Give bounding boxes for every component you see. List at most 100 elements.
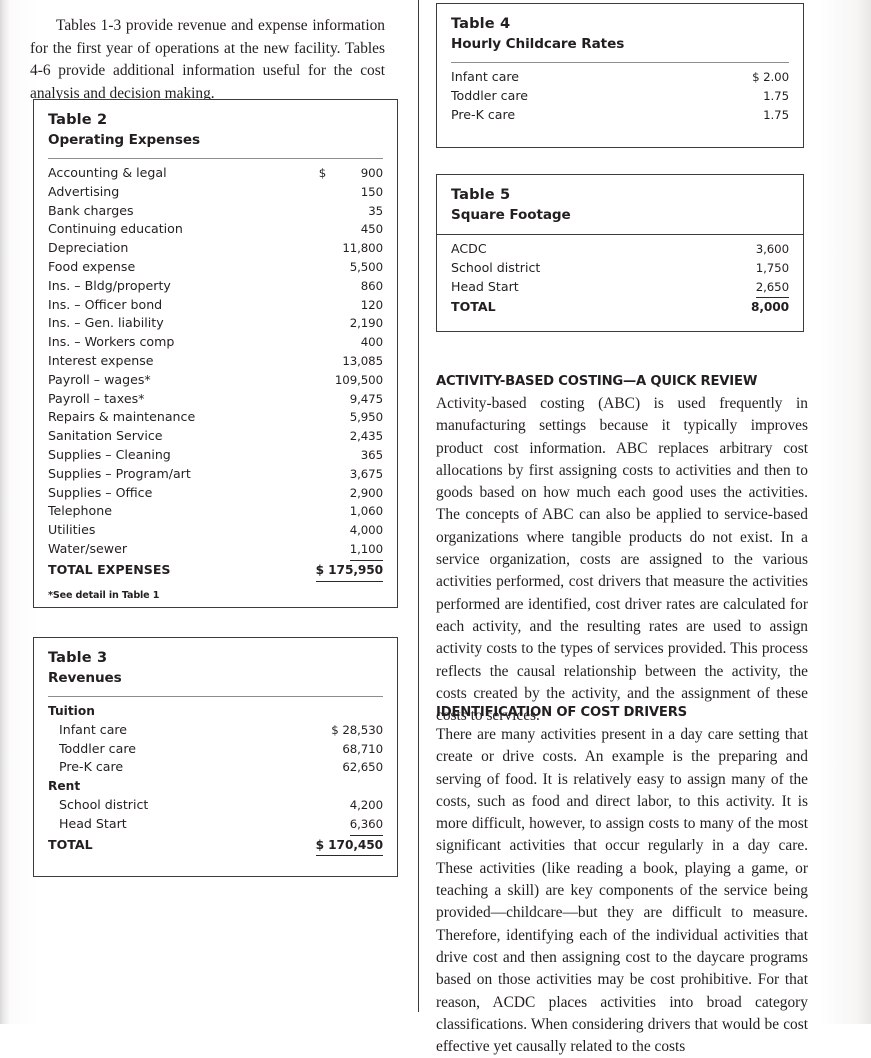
- row-value-subtotal-rule: 6,360: [349, 815, 383, 836]
- table-3-header: Table 3 Revenues: [34, 638, 397, 688]
- section-activity-based-costing: ACTIVITY-BASED COSTING—A QUICK REVIEW Ac…: [436, 373, 808, 727]
- row-label: Bank charges: [48, 202, 134, 218]
- total-label: TOTAL EXPENSES: [48, 561, 171, 577]
- table-row: Interest expense 13,085: [48, 352, 383, 371]
- row-value: 1.75: [763, 107, 789, 122]
- table-4-title: Hourly Childcare Rates: [451, 36, 625, 52]
- table-4-body: Infant care $ 2.00 Toddler care 1.75 Pre…: [437, 63, 803, 134]
- table-3-title: Revenues: [48, 670, 122, 686]
- total-label: TOTAL: [451, 299, 496, 315]
- row-value: $ 28,530: [331, 722, 383, 737]
- table-row: Food expense 5,500: [48, 258, 383, 277]
- table-row: Accounting & legal $900: [48, 164, 383, 183]
- table-row: School district 4,200: [48, 796, 383, 815]
- row-value: $ 2.00: [752, 70, 789, 84]
- row-value: 2,190: [349, 316, 383, 331]
- table-row: Ins. – Bldg/property 860: [48, 277, 383, 296]
- table-row: Toddler care 1.75: [451, 87, 789, 106]
- row-value: 120: [360, 297, 383, 312]
- section-abc-body: Activity-based costing (ABC) is used fre…: [436, 395, 808, 725]
- row-label: Toddler care: [451, 87, 528, 103]
- total-value: $ 175,950: [315, 561, 383, 582]
- section-drivers-heading: IDENTIFICATION OF COST DRIVERS: [436, 705, 687, 720]
- row-label: Sanitation Service: [48, 428, 163, 444]
- row-label: School district: [451, 259, 541, 275]
- table-row: Payroll – taxes* 9,475: [48, 390, 383, 409]
- table-5-number: Table 5: [451, 186, 511, 203]
- right-column: Table 4 Hourly Childcare Rates Infant ca…: [419, 0, 871, 1055]
- row-value: 450: [360, 222, 383, 237]
- table-5-square-footage: Table 5 Square Footage ACDC 3,600 School…: [436, 174, 804, 332]
- row-label: Water/sewer: [48, 540, 128, 556]
- table-row: Supplies – Cleaning 365: [48, 446, 383, 465]
- row-label: Infant care: [451, 69, 520, 84]
- table-row: Repairs & maintenance 5,950: [48, 408, 383, 427]
- table-row: Advertising 150: [48, 183, 383, 202]
- row-amount: 900: [360, 166, 383, 180]
- row-label: Ins. – Workers comp: [48, 334, 175, 350]
- table-2-body: Accounting & legal $900 Advertising 150 …: [34, 159, 397, 612]
- row-value: 35: [368, 203, 383, 218]
- row-value: 11,800: [342, 241, 383, 256]
- table-row: Sanitation Service 2,435: [48, 427, 383, 446]
- section-identification-of-cost-drivers: IDENTIFICATION OF COST DRIVERS There are…: [436, 704, 808, 1058]
- table-row: Payroll – wages* 109,500: [48, 371, 383, 390]
- row-value: 400: [360, 335, 383, 350]
- table-2-footnote: *See detail in Table 1: [48, 589, 160, 601]
- row-value: 13,085: [342, 353, 383, 368]
- left-column: Tables 1-3 provide revenue and expense i…: [0, 0, 418, 1024]
- row-label: Payroll – taxes*: [48, 390, 145, 406]
- row-label: Repairs & maintenance: [48, 409, 196, 425]
- table-2-total-row: TOTAL EXPENSES $ 175,950: [48, 561, 383, 582]
- row-label: Ins. – Gen. liability: [48, 315, 164, 331]
- table-row: Depreciation 11,800: [48, 239, 383, 258]
- table-row: Bank charges 35: [48, 202, 383, 221]
- row-value: 9,475: [349, 391, 383, 406]
- total-label: TOTAL: [48, 836, 93, 852]
- table-row: Infant care $ 28,530: [48, 721, 383, 740]
- row-value: 1,750: [755, 260, 789, 275]
- row-label: Accounting & legal: [48, 165, 167, 180]
- row-value: 3,675: [349, 466, 383, 481]
- table-2-operating-expenses: Table 2 Operating Expenses Accounting & …: [33, 99, 398, 608]
- row-label: Utilities: [48, 522, 96, 538]
- row-label: Tuition: [48, 704, 95, 718]
- row-label: School district: [59, 796, 149, 812]
- table-2-number: Table 2: [48, 111, 108, 128]
- row-value: 2,435: [349, 429, 383, 444]
- row-value: 4,200: [349, 797, 383, 812]
- row-value: 365: [360, 447, 383, 462]
- table-row: Infant care $ 2.00: [451, 68, 789, 87]
- row-value: 2,900: [349, 485, 383, 500]
- row-label: Head Start: [59, 815, 127, 831]
- row-value: 5,950: [349, 410, 383, 425]
- row-label: Supplies – Office: [48, 484, 153, 500]
- table-5-title: Square Footage: [451, 207, 571, 223]
- table-3-body: Tuition Infant care $ 28,530 Toddler car…: [34, 697, 397, 866]
- row-label: Continuing education: [48, 221, 183, 237]
- row-label: Rent: [48, 779, 81, 794]
- table-row: Ins. – Workers comp 400: [48, 333, 383, 352]
- table-row-group: Tuition: [48, 702, 383, 721]
- row-label: Head Start: [451, 278, 519, 294]
- table-row: Pre-K care 62,650: [48, 758, 383, 777]
- table-row: Telephone 1,060: [48, 502, 383, 521]
- row-label: Payroll – wages*: [48, 371, 151, 387]
- row-label: Toddler care: [59, 740, 136, 756]
- table-row: Supplies – Office 2,900: [48, 484, 383, 503]
- row-label: Infant care: [59, 721, 128, 737]
- row-value: 68,710: [342, 741, 383, 756]
- row-value: $900: [318, 166, 383, 180]
- table-3-total-row: TOTAL $ 170,450: [48, 836, 383, 857]
- table-row: Ins. – Officer bond 120: [48, 296, 383, 315]
- row-value-subtotal-rule: 2,650: [755, 278, 789, 299]
- table-3-revenues: Table 3 Revenues Tuition Infant care $ 2…: [33, 637, 398, 877]
- row-label: Pre-K care: [59, 759, 124, 775]
- row-value: 4,000: [349, 523, 383, 538]
- row-value: 860: [360, 278, 383, 293]
- row-label: Ins. – Officer bond: [48, 296, 163, 312]
- table-5-header: Table 5 Square Footage: [437, 175, 803, 225]
- row-label: ACDC: [451, 241, 487, 256]
- row-label: Supplies – Program/art: [48, 465, 191, 481]
- row-label: Ins. – Bldg/property: [48, 277, 171, 293]
